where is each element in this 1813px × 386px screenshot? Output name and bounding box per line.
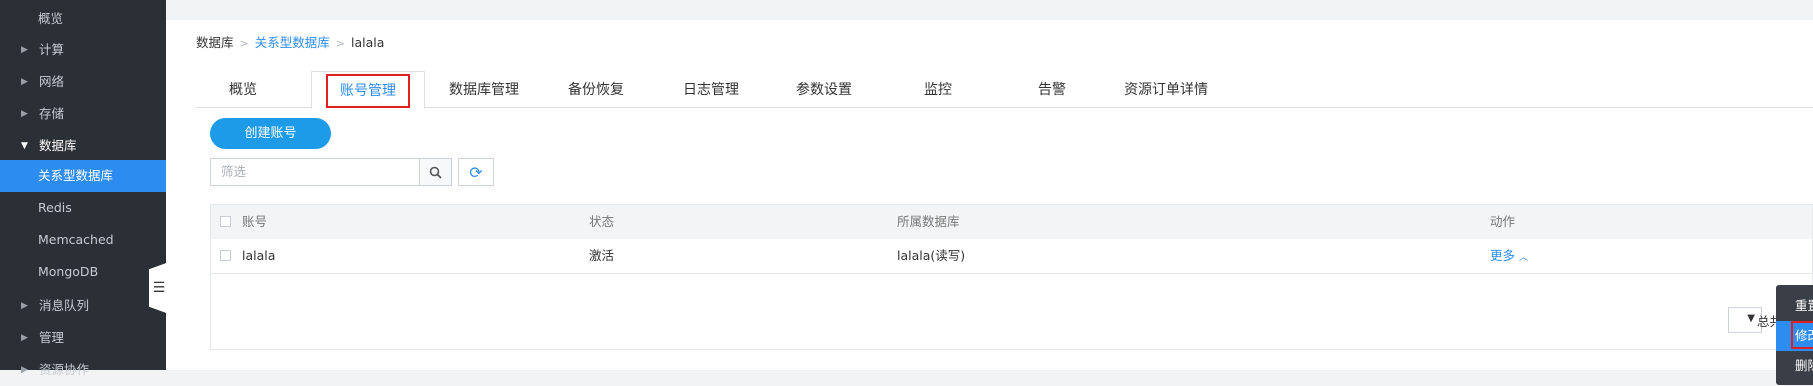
sidebar-item-label: 数据库: [39, 138, 77, 153]
menu-item-delete[interactable]: 删除: [1776, 351, 1813, 381]
refresh-button[interactable]: ⟳: [458, 158, 494, 186]
sidebar-item-mongodb[interactable]: MongoDB: [0, 256, 166, 288]
caret-right-icon: ▶: [21, 77, 28, 87]
table-row: lalala 激活 lalala(读写) 更多 ︿: [211, 239, 1812, 274]
caret-right-icon: ▶: [21, 45, 28, 55]
refresh-icon: ⟳: [469, 162, 483, 182]
sidebar-item-label: 网络: [39, 74, 65, 89]
sidebar-item-label: Memcached: [38, 232, 114, 247]
caret-down-icon: ▼: [21, 141, 28, 151]
sidebar-item-database[interactable]: ▼ 数据库: [0, 130, 166, 162]
caret-right-icon: ▶: [21, 365, 28, 375]
sidebar-item-label: MongoDB: [38, 264, 99, 279]
tab-database-management[interactable]: 数据库管理: [434, 71, 534, 107]
tab-account-management[interactable]: 账号管理: [311, 71, 425, 109]
caret-right-icon: ▶: [21, 301, 28, 311]
sidebar-item-overview[interactable]: 概览: [0, 3, 166, 35]
more-label: 更多: [1490, 248, 1516, 263]
sidebar-item-label: Redis: [38, 200, 72, 215]
tab-alerts[interactable]: 告警: [1002, 71, 1102, 107]
cell-account: lalala: [242, 248, 276, 263]
table-header: 账号 状态 所属数据库 动作: [211, 205, 1812, 240]
sidebar-item-label: 管理: [39, 330, 65, 345]
sidebar-item-label: 概览: [38, 11, 64, 26]
collapse-menu-icon: ☰: [152, 280, 166, 296]
cell-database: lalala(读写): [897, 248, 966, 263]
menu-item-label: 重置密码: [1795, 298, 1813, 313]
tab-label: 账号管理: [326, 74, 410, 108]
sidebar-item-message-queue[interactable]: ▶ 消息队列: [0, 290, 166, 322]
menu-item-modify-permissions[interactable]: 修改权限: [1776, 321, 1813, 351]
tab-monitoring[interactable]: 监控: [888, 71, 988, 107]
cell-status: 激活: [589, 248, 615, 263]
sidebar-item-storage[interactable]: ▶ 存储: [0, 98, 166, 130]
tab-overview[interactable]: 概览: [196, 71, 290, 107]
tab-parameter-settings[interactable]: 参数设置: [774, 71, 874, 107]
sidebar-item-label: 消息队列: [39, 298, 90, 313]
breadcrumb-root[interactable]: 数据库: [196, 35, 234, 50]
sidebar-item-redis[interactable]: Redis: [0, 192, 166, 224]
more-actions-link[interactable]: 更多 ︿: [1490, 239, 1528, 273]
chevron-up-icon: ︿: [1519, 253, 1529, 263]
column-header-database: 所属数据库: [897, 214, 960, 229]
sidebar-item-label: 计算: [39, 42, 65, 57]
search-button[interactable]: [420, 158, 452, 186]
tab-bar: 概览 账号管理 数据库管理 备份恢复 日志管理 参数设置 监控 告警 资源订单详…: [196, 71, 1813, 109]
column-header-account: 账号: [242, 214, 268, 229]
breadcrumb: 数据库 > 关系型数据库 > lalala: [196, 35, 385, 50]
sidebar-item-label: 存储: [39, 106, 65, 121]
caret-right-icon: ▶: [21, 333, 28, 343]
tab-backup-restore[interactable]: 备份恢复: [546, 71, 646, 107]
menu-item-label: 修改权限: [1795, 328, 1813, 343]
column-header-status: 状态: [589, 214, 615, 229]
sidebar-item-resource-collab[interactable]: ▶ 资源协作: [0, 354, 166, 386]
select-all-checkbox[interactable]: [220, 216, 231, 227]
create-account-button[interactable]: 创建账号: [210, 118, 331, 149]
filter-input[interactable]: 筛选: [210, 158, 420, 186]
sidebar-item-memcached[interactable]: Memcached: [0, 224, 166, 256]
menu-item-label: 删除: [1795, 358, 1813, 373]
sidebar-item-relational-db[interactable]: 关系型数据库: [0, 160, 166, 192]
breadcrumb-parent[interactable]: 关系型数据库: [255, 35, 330, 50]
sidebar-item-label: 资源协作: [39, 362, 90, 377]
accounts-table: 账号 状态 所属数据库 动作 lalala 激活 lalala(读写) 更多 ︿: [210, 204, 1813, 350]
dropdown-arrow-icon: ▼: [1747, 313, 1755, 324]
tab-resource-order-details[interactable]: 资源订单详情: [1106, 71, 1226, 107]
sidebar-item-compute[interactable]: ▶ 计算: [0, 34, 166, 66]
breadcrumb-current: lalala: [350, 35, 385, 50]
search-icon: [429, 166, 442, 179]
column-header-action: 动作: [1490, 214, 1516, 229]
sidebar-item-network[interactable]: ▶ 网络: [0, 66, 166, 98]
menu-item-reset-password[interactable]: 重置密码: [1776, 291, 1813, 321]
main-content: 数据库 > 关系型数据库 > lalala 概览 账号管理 数据库管理 备份恢复 日志管…: [166, 20, 1813, 385]
sidebar: 概览 ▶ 计算 ▶ 网络 ▶ 存储 ▼ 数据库 关系型数据库 Redis Mem…: [0, 0, 166, 377]
sidebar-item-management[interactable]: ▶ 管理: [0, 322, 166, 354]
sidebar-item-label: 关系型数据库: [38, 168, 114, 183]
tab-log-management[interactable]: 日志管理: [661, 71, 761, 107]
row-checkbox[interactable]: [220, 250, 231, 261]
caret-right-icon: ▶: [21, 109, 28, 119]
more-actions-menu: 重置密码 修改权限 删除: [1776, 285, 1813, 385]
